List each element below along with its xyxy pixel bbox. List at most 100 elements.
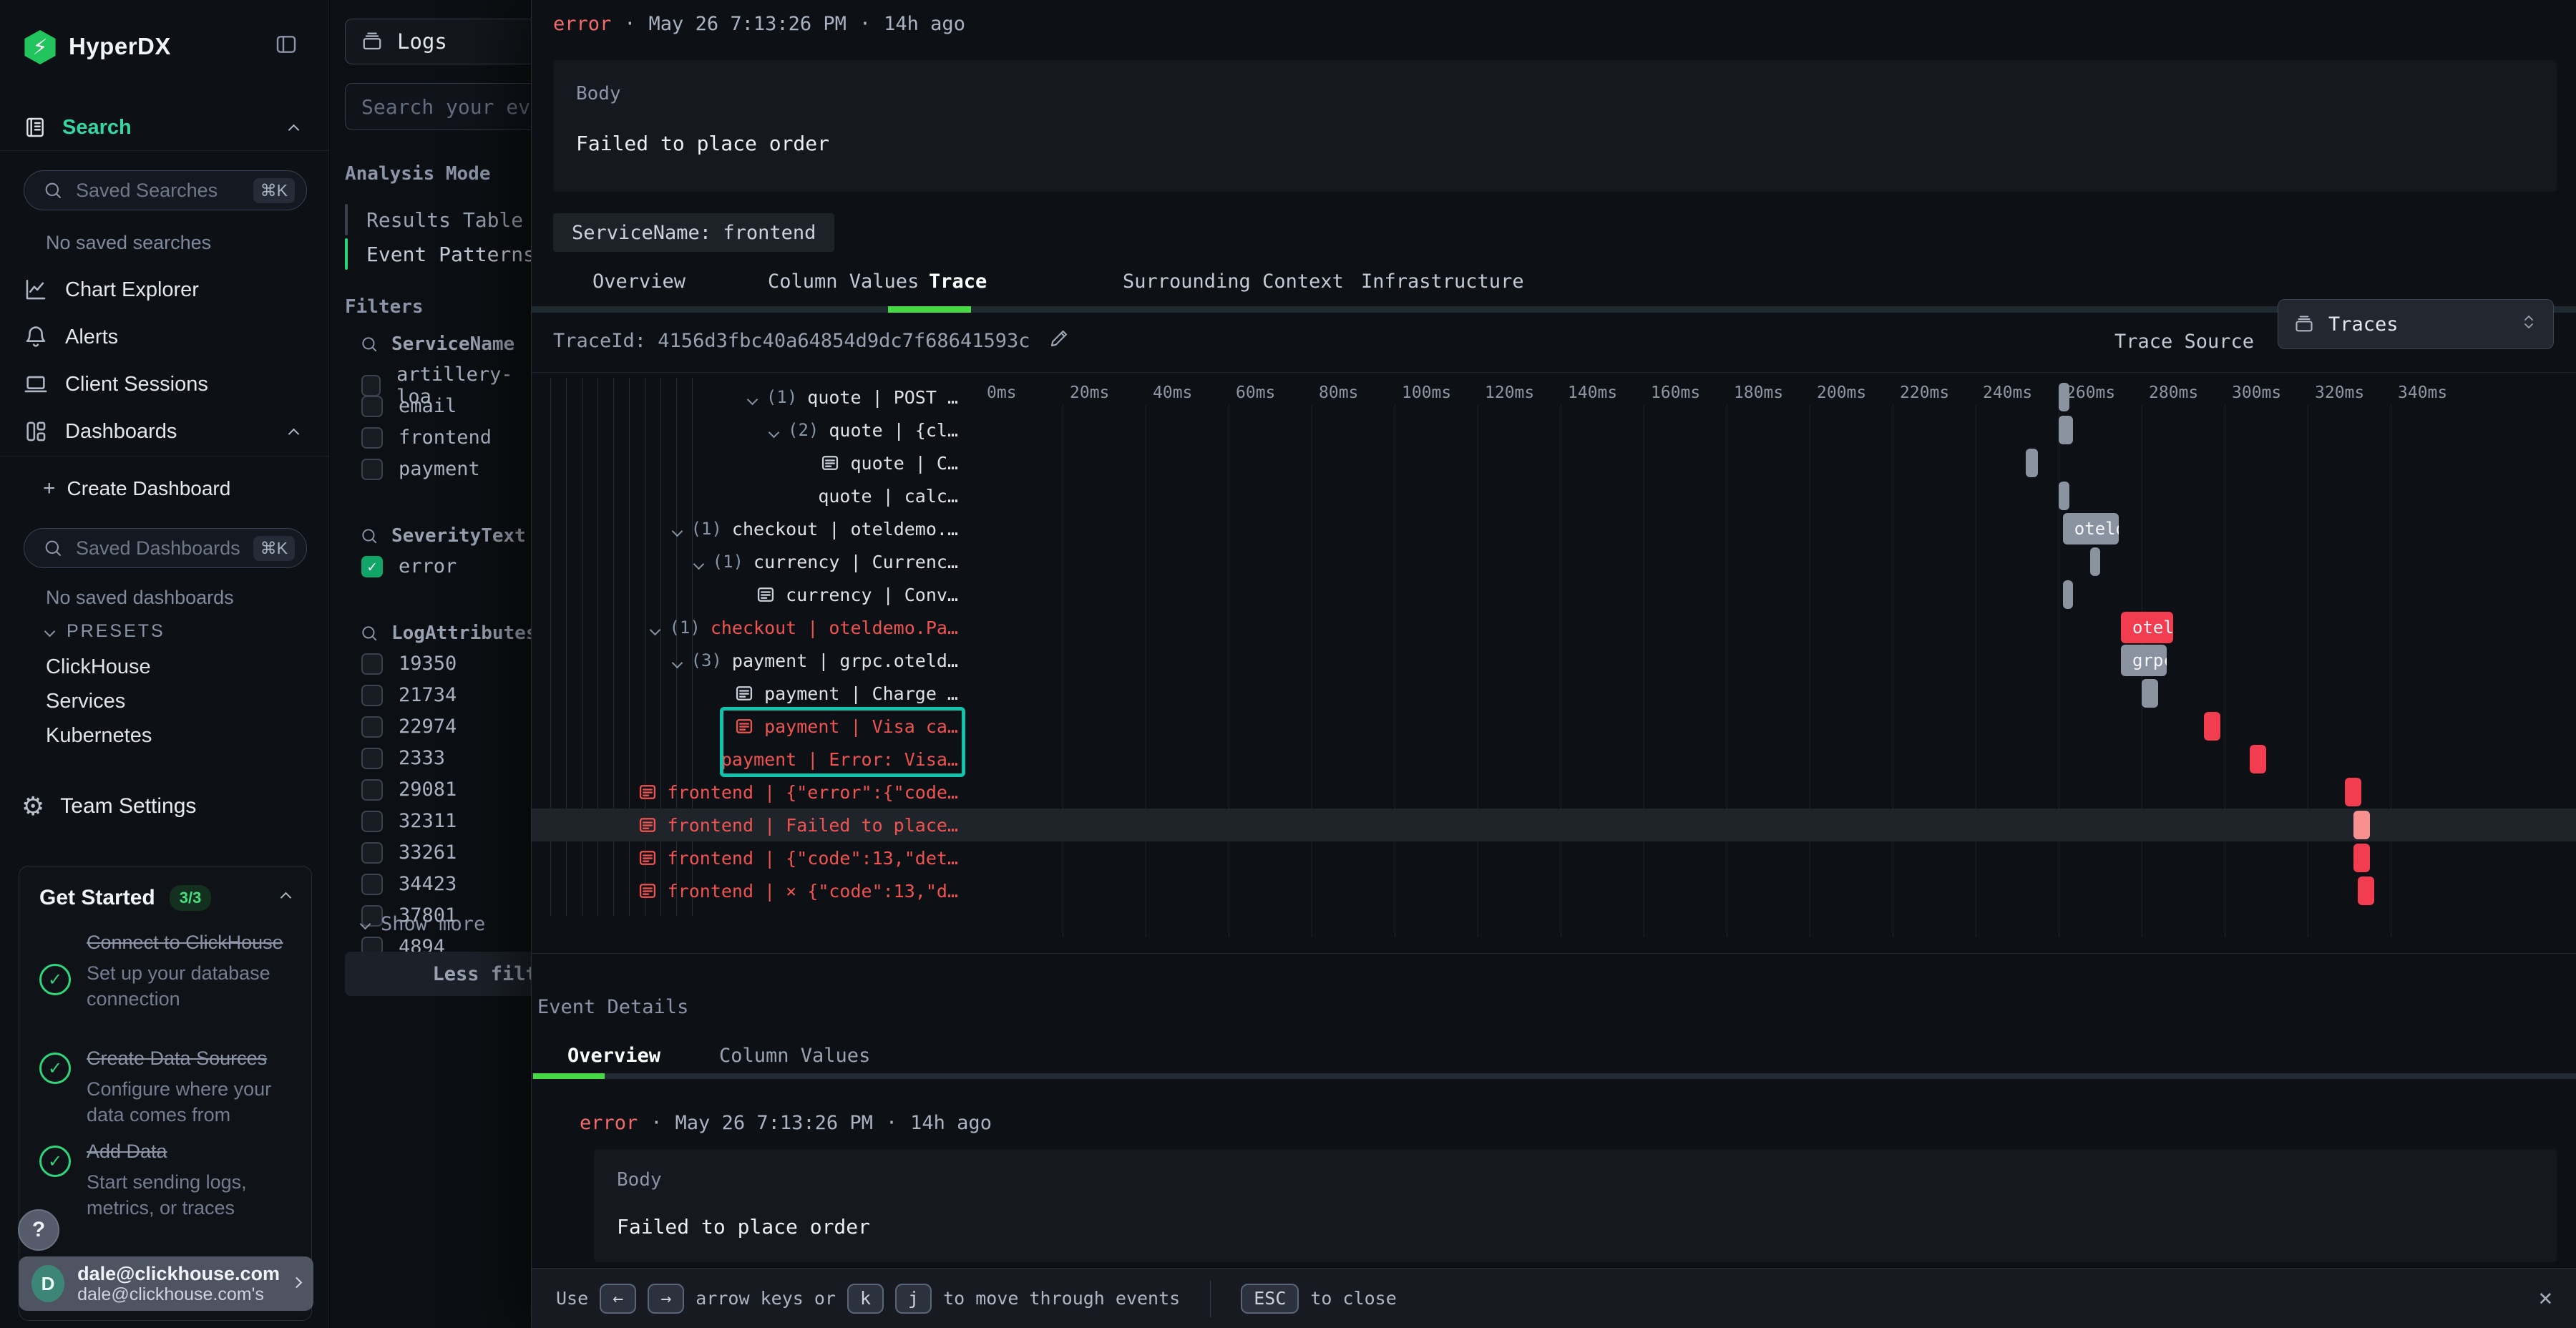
saved-searches-input[interactable]: Saved Searches ⌘K [24,170,307,210]
span-row[interactable]: (2)quote | {cl… [532,414,962,446]
checkbox[interactable] [361,653,383,675]
edit-pencil-icon[interactable] [1048,328,1070,354]
checkbox[interactable] [361,842,383,864]
checkbox[interactable] [361,375,381,396]
get-started-item[interactable]: ✓Connect to ClickHouseSet up your databa… [39,929,297,1012]
less-filters-button[interactable]: Less filters [345,952,531,996]
filter-option-19350[interactable]: 19350 [361,653,457,675]
presets-header[interactable]: PRESETS [46,621,165,642]
span-bar-chip[interactable]: grpc.o [2121,645,2167,676]
sidebar-item-kubernetes[interactable]: Kubernetes [46,724,152,748]
filter-option-payment[interactable]: payment [361,458,480,480]
checkbox[interactable] [361,811,383,832]
chevron-down-icon[interactable] [695,552,703,572]
span-bar[interactable] [2250,745,2266,773]
sidebar-item-client-sessions[interactable]: Client Sessions [0,363,329,405]
chevron-up-icon[interactable] [290,116,298,140]
checkbox[interactable] [361,779,383,801]
span-bar[interactable] [2353,844,2370,872]
service-name-chip[interactable]: ServiceName: frontend [553,213,834,252]
span-bar[interactable] [2026,449,2038,477]
filter-option-email[interactable]: email [361,395,457,417]
sidebar-item-clickhouse[interactable]: ClickHouse [46,655,151,679]
source-select-button[interactable]: Logs [345,19,531,64]
get-started-item[interactable]: ✓Create Data SourcesConfigure where your… [39,1045,297,1128]
event-search-input[interactable]: Search your events [345,83,531,130]
filter-option-29081[interactable]: 29081 [361,778,457,801]
event-details-tab-overview[interactable]: Overview [567,1045,660,1067]
sidebar-item-search[interactable]: Search [0,107,329,147]
filter-option-error[interactable]: ✓error [361,555,457,577]
span-bar[interactable] [2142,679,2158,708]
show-more-button[interactable]: Show more [361,913,485,935]
span-row[interactable]: quote | calc… [532,479,962,512]
span-bar-chip[interactable]: oteldem [2063,513,2119,545]
span-row[interactable]: frontend | {"error":{"code… [532,776,962,809]
get-started-item[interactable]: ✓Add DataStart sending logs, metrics, or… [39,1138,297,1221]
chevron-up-icon[interactable] [290,420,298,444]
chevron-down-icon[interactable] [651,617,659,638]
span-row[interactable]: (3)payment | grpc.oteld… [532,644,962,677]
checkbox[interactable] [361,427,383,449]
chevron-down-icon[interactable] [673,519,681,540]
filter-option-22974[interactable]: 22974 [361,716,457,738]
filter-option-32311[interactable]: 32311 [361,810,457,832]
user-menu[interactable]: D dale@clickhouse.com dale@clickhouse.co… [19,1256,313,1311]
analysis-mode-results-table[interactable]: Results Table [345,203,531,236]
trace-source-select[interactable]: Traces [2278,299,2554,349]
event-details-tab-column-values[interactable]: Column Values [719,1045,870,1067]
chevron-down-icon[interactable] [673,650,681,671]
tab-trace[interactable]: Trace [929,270,987,293]
span-bar[interactable] [2204,712,2220,741]
saved-dashboards-input[interactable]: Saved Dashboards ⌘K [24,528,307,568]
filter-option-frontend[interactable]: frontend [361,426,492,449]
collapse-sidebar-icon[interactable] [275,33,298,59]
search-icon[interactable] [360,335,379,353]
sidebar-item-dashboards[interactable]: Dashboards [0,411,329,452]
filter-option-21734[interactable]: 21734 [361,684,457,706]
help-button[interactable]: ? [18,1209,59,1251]
checkbox[interactable] [361,685,383,706]
checkbox[interactable] [361,874,383,895]
filter-option-33261[interactable]: 33261 [361,841,457,864]
span-bar[interactable] [2353,811,2370,839]
span-row[interactable]: frontend | {"code":13,"det… [532,841,962,874]
span-row[interactable]: frontend | × {"code":13,"d… [532,874,962,907]
chevron-up-icon[interactable] [282,892,290,905]
span-bar[interactable] [2059,416,2073,444]
span-row[interactable]: (1)checkout | oteldemo.… [532,512,962,545]
chevron-down-icon[interactable] [770,420,778,441]
checkbox[interactable] [361,716,383,738]
span-row[interactable]: (1)currency | Currenc… [532,545,962,578]
span-bar[interactable] [2358,877,2374,905]
filter-option-34423[interactable]: 34423 [361,873,457,895]
close-icon[interactable]: ✕ [2539,1286,2552,1309]
span-row[interactable]: payment | Charge … [532,677,962,710]
chevron-down-icon[interactable] [748,387,756,408]
span-bar[interactable] [2090,547,2101,576]
search-icon[interactable] [360,624,379,643]
span-row[interactable]: (1)quote | POST … [532,381,962,414]
span-bar-chip[interactable]: oteldem [2121,612,2173,643]
span-bar[interactable] [2059,482,2069,510]
filter-option-2333[interactable]: 2333 [361,747,445,769]
span-row[interactable]: quote | C… [532,446,962,479]
checkbox[interactable]: ✓ [361,556,383,577]
sidebar-item-chart-explorer[interactable]: Chart Explorer [0,269,329,311]
tab-column-values[interactable]: Column Values [768,270,919,293]
sidebar-item-services[interactable]: Services [46,690,125,713]
span-bar[interactable] [2059,383,2069,411]
checkbox[interactable] [361,459,383,480]
checkbox[interactable] [361,396,383,417]
tab-surrounding-context[interactable]: Surrounding Context [1123,270,1344,293]
tab-infrastructure[interactable]: Infrastructure [1361,270,1524,293]
span-bar[interactable] [2345,778,2361,806]
tab-overview[interactable]: Overview [592,270,686,293]
sidebar-item-alerts[interactable]: Alerts [0,316,329,358]
span-row[interactable]: (1)checkout | oteldemo.Pa… [532,611,962,644]
sidebar-item-team-settings[interactable]: ⚙ Team Settings [0,786,329,827]
search-icon[interactable] [360,527,379,545]
span-bar[interactable] [2063,580,2074,609]
checkbox[interactable] [361,748,383,769]
span-row[interactable]: currency | Conv… [532,578,962,611]
